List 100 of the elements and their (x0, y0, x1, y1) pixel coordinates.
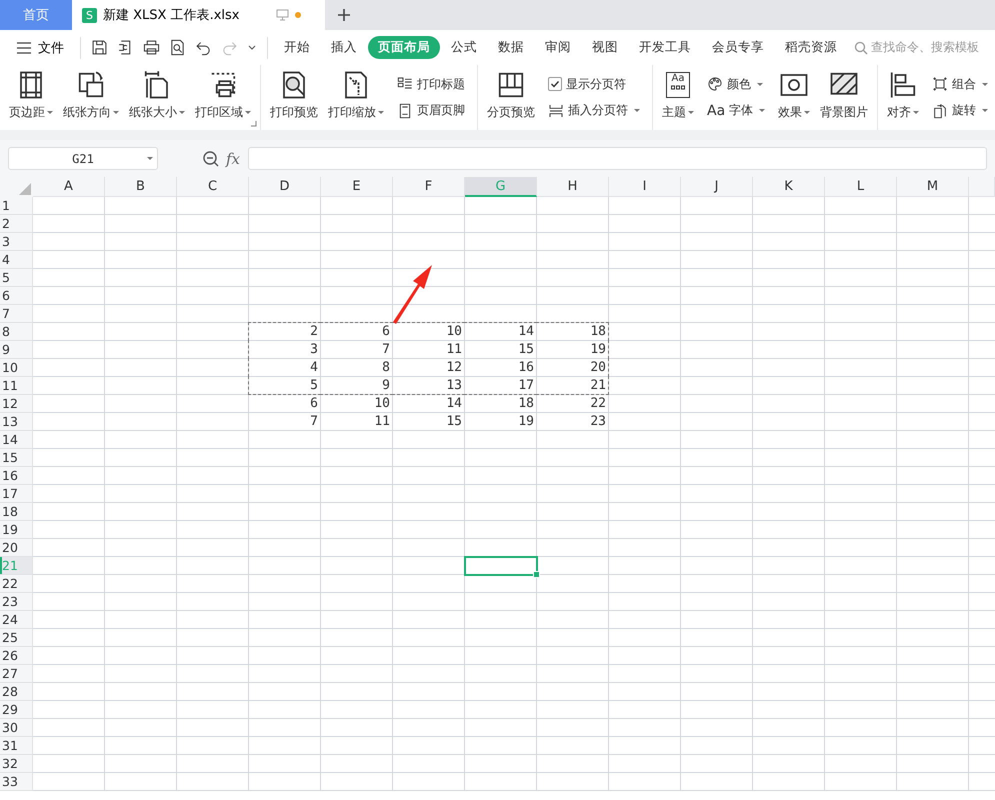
row-header[interactable]: 2 (0, 215, 33, 233)
row-header[interactable]: 14 (0, 431, 33, 449)
table-cell-text: 11 (373, 413, 391, 431)
row-header[interactable]: 1 (0, 197, 33, 215)
row-header[interactable]: 11 (0, 377, 33, 395)
column-header[interactable]: F (393, 177, 465, 197)
table-cell-text: 10 (445, 323, 463, 341)
column-header[interactable]: M (897, 177, 969, 197)
header-footer-icon (397, 102, 413, 119)
row-header[interactable]: 33 (0, 773, 33, 791)
ribbon-tab[interactable]: 审阅 (535, 36, 581, 59)
ribbon-button[interactable]: 打印预览 (265, 65, 323, 130)
ribbon-button[interactable]: 打印缩放 (323, 65, 389, 130)
row-header[interactable]: 27 (0, 665, 33, 683)
column-header[interactable]: C (177, 177, 249, 197)
row-header[interactable]: 17 (0, 485, 33, 503)
table-cell-text: 19 (517, 413, 535, 431)
ribbon-button[interactable]: 纸张大小 (124, 65, 190, 130)
column-header[interactable]: H (537, 177, 609, 197)
column-header[interactable]: L (825, 177, 897, 197)
ribbon-tab[interactable]: 数据 (488, 36, 534, 59)
ribbon-button[interactable]: 旋转 (928, 102, 992, 120)
column-header[interactable]: D (249, 177, 321, 197)
caret-icon[interactable] (247, 44, 257, 52)
file-menu[interactable]: 文件 (14, 38, 74, 56)
add-tab-icon[interactable] (337, 8, 351, 22)
ribbon-tab[interactable]: 插入 (321, 36, 367, 59)
row-header[interactable]: 24 (0, 611, 33, 629)
ribbon-button[interactable]: 颜色 (703, 76, 770, 93)
print-preview-icon[interactable] (169, 39, 186, 56)
table-cell-text: 22 (589, 395, 607, 413)
row-header[interactable]: 26 (0, 647, 33, 665)
row-header[interactable]: 8 (0, 323, 33, 341)
table-cell-text: 15 (445, 413, 463, 431)
row-header[interactable]: 7 (0, 305, 33, 323)
ribbon-button[interactable]: 背景图片 (815, 65, 874, 130)
row-header[interactable]: 16 (0, 467, 33, 485)
ribbon-tab[interactable]: 开发工具 (629, 36, 701, 59)
page-break-icon (548, 102, 564, 119)
column-header[interactable]: E (321, 177, 393, 197)
table-cell-text: 3 (309, 341, 319, 359)
column-header[interactable]: A (33, 177, 105, 197)
ribbon-button[interactable]: 页边距 (4, 65, 58, 130)
document-tab[interactable]: S 新建 XLSX 工作表.xlsx (72, 0, 325, 30)
row-header[interactable]: 4 (0, 251, 33, 269)
row-header[interactable]: 20 (0, 539, 33, 557)
ribbon-tab[interactable]: 稻壳资源 (775, 36, 847, 59)
formula-field[interactable] (248, 147, 987, 170)
column-header[interactable]: J (681, 177, 753, 197)
table-cell-text: 10 (373, 395, 391, 413)
monitor-icon (276, 9, 289, 21)
row-header[interactable]: 22 (0, 575, 33, 593)
ribbon-button[interactable]: 效果 (773, 65, 816, 130)
row-header[interactable]: 18 (0, 503, 33, 521)
table-cell-text: 2 (309, 323, 319, 341)
ribbon-button[interactable]: 插入分页符 (544, 102, 644, 120)
row-header[interactable]: 29 (0, 701, 33, 719)
row-header[interactable]: 12 (0, 395, 33, 413)
ribbon-tab[interactable]: 视图 (582, 36, 628, 59)
row-header[interactable]: 25 (0, 629, 33, 647)
row-header[interactable]: 15 (0, 449, 33, 467)
search-icon (854, 40, 868, 54)
row-header[interactable]: 9 (0, 341, 33, 359)
ribbon-button[interactable]: 分页预览 (482, 65, 540, 130)
row-header[interactable]: 6 (0, 287, 33, 305)
ribbon-button[interactable]: Aa 主题 (657, 65, 699, 130)
name-box[interactable]: G21 (8, 147, 158, 170)
ribbon-button[interactable]: 组合 (928, 76, 992, 93)
ribbon-tab[interactable]: 会员专享 (702, 36, 774, 59)
function-label[interactable]: fx (226, 150, 240, 168)
row-header[interactable]: 19 (0, 521, 33, 539)
row-header[interactable]: 3 (0, 233, 33, 251)
ribbon-button[interactable]: 打印区域 (190, 65, 256, 130)
row-header[interactable]: 5 (0, 269, 33, 287)
row-header[interactable]: 23 (0, 593, 33, 611)
row-header[interactable]: 28 (0, 683, 33, 701)
row-header[interactable]: 13 (0, 413, 33, 431)
dialog-launcher-icon[interactable] (250, 120, 257, 127)
column-header[interactable]: K (753, 177, 825, 197)
ribbon-button[interactable]: 打印标题 (393, 76, 469, 93)
table-cell-text: 12 (445, 359, 463, 377)
column-header[interactable]: I (609, 177, 681, 197)
checkbox[interactable] (548, 77, 562, 92)
save-icon[interactable] (91, 39, 108, 56)
checkbox-option[interactable]: 显示分页符 (544, 76, 644, 93)
row-header[interactable]: 10 (0, 359, 33, 377)
row-header[interactable]: 30 (0, 719, 33, 737)
column-header[interactable]: B (105, 177, 177, 197)
table-cell-text: 21 (589, 377, 607, 395)
ribbon-tab[interactable]: 开始 (274, 36, 320, 59)
print-icon[interactable] (143, 39, 160, 56)
ribbon-button[interactable]: 纸张方向 (58, 65, 124, 130)
ribbon-tab[interactable]: 公式 (441, 36, 487, 59)
ribbon-button[interactable]: Aa 字体 (703, 102, 770, 120)
menu-icon (16, 42, 32, 54)
ribbon-button[interactable]: 对齐 (882, 65, 924, 130)
zoom-out-icon[interactable] (202, 150, 220, 168)
row-header[interactable]: 32 (0, 755, 33, 773)
ribbon-button[interactable]: 页眉页脚 (393, 102, 469, 120)
row-header[interactable]: 31 (0, 737, 33, 755)
